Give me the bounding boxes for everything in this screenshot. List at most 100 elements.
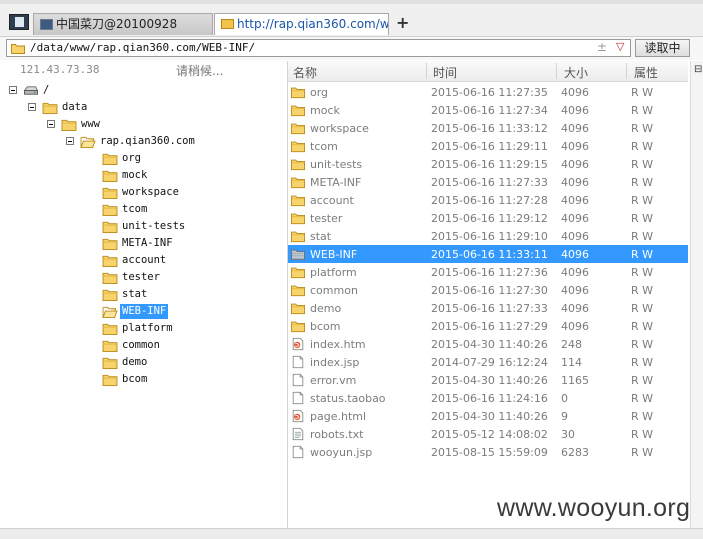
file-row[interactable]: page.html 2015-04-30 11:40:26 9 R W — [288, 407, 688, 425]
file-time: 2015-04-30 11:40:26 — [431, 410, 548, 423]
window-icon[interactable] — [9, 14, 29, 30]
file-size: 6283 — [561, 446, 589, 459]
file-size: 4096 — [561, 86, 589, 99]
tree-node[interactable]: META-INF — [6, 236, 276, 252]
folder-open-icon — [102, 306, 118, 318]
left-pane-header: 121.43.73.38 请稍候... — [6, 61, 286, 81]
read-button[interactable]: 读取中 — [635, 39, 690, 57]
tree-node[interactable]: rap.qian360.com — [6, 134, 276, 150]
file-icon — [292, 373, 304, 387]
column-divider[interactable] — [626, 63, 627, 79]
column-name[interactable]: 名称 — [293, 64, 317, 81]
plus-minus-icon[interactable]: ± — [597, 40, 607, 54]
tree-node[interactable]: mock — [6, 168, 276, 184]
column-divider[interactable] — [426, 63, 427, 79]
file-row[interactable]: common 2015-06-16 11:27:30 4096 R W — [288, 281, 688, 299]
folder-icon — [102, 272, 118, 284]
file-time: 2015-06-16 11:27:33 — [431, 176, 548, 189]
file-size: 4096 — [561, 158, 589, 171]
file-row[interactable]: wooyun.jsp 2015-08-15 15:59:09 6283 R W — [288, 443, 688, 461]
chevron-down-icon[interactable]: ▽ — [616, 40, 624, 53]
tree-node[interactable]: org — [6, 151, 276, 167]
file-attr: R W — [631, 104, 654, 117]
file-list-header: 名称 时间 大小 属性 — [288, 61, 688, 82]
file-row[interactable]: index.htm 2015-04-30 11:40:26 248 R W — [288, 335, 688, 353]
file-attr: R W — [631, 428, 654, 441]
collapse-toggle[interactable] — [47, 120, 55, 128]
file-row[interactable]: stat 2015-06-16 11:29:10 4096 R W — [288, 227, 688, 245]
file-row[interactable]: tcom 2015-06-16 11:29:11 4096 R W — [288, 137, 688, 155]
collapse-icon[interactable]: ⊟ — [694, 64, 702, 75]
tab-label: http://rap.qian360.com/wooy... — [237, 17, 389, 31]
file-time: 2015-06-16 11:29:12 — [431, 212, 548, 225]
tree-node-label: data — [62, 101, 88, 113]
file-row[interactable]: unit-tests 2015-06-16 11:29:15 4096 R W — [288, 155, 688, 173]
collapse-toggle[interactable] — [66, 137, 74, 145]
file-attr: R W — [631, 248, 654, 261]
file-row[interactable]: tester 2015-06-16 11:29:12 4096 R W — [288, 209, 688, 227]
folder-icon — [291, 213, 305, 225]
tree-node[interactable]: WEB-INF — [6, 303, 276, 320]
file-attr: R W — [631, 284, 654, 297]
tree-node-label: common — [122, 339, 160, 351]
file-row[interactable]: error.vm 2015-04-30 11:40:26 1165 R W — [288, 371, 688, 389]
tab-caidao[interactable]: 中国菜刀@20100928 — [33, 13, 213, 35]
folder-icon — [102, 238, 118, 250]
file-size: 0 — [561, 392, 568, 405]
collapse-toggle[interactable] — [28, 103, 36, 111]
column-size[interactable]: 大小 — [564, 64, 588, 81]
folder-icon — [102, 221, 118, 233]
file-row[interactable]: status.taobao 2015-06-16 11:24:16 0 R W — [288, 389, 688, 407]
file-size: 4096 — [561, 320, 589, 333]
file-name: META-INF — [310, 176, 362, 189]
file-attr: R W — [631, 140, 654, 153]
tree-node[interactable]: account — [6, 253, 276, 269]
file-name: common — [310, 284, 358, 297]
folder-icon — [102, 255, 118, 267]
file-row[interactable]: robots.txt 2015-05-12 14:08:02 30 R W — [288, 425, 688, 443]
file-row[interactable]: platform 2015-06-16 11:27:36 4096 R W — [288, 263, 688, 281]
tree-node[interactable]: workspace — [6, 185, 276, 201]
file-time: 2015-06-16 11:27:33 — [431, 302, 548, 315]
tree-node[interactable]: www — [6, 117, 276, 133]
tab-url[interactable]: http://rap.qian360.com/wooy... — [214, 13, 389, 35]
file-name: stat — [310, 230, 332, 243]
tree-node[interactable]: tcom — [6, 202, 276, 218]
file-row[interactable]: workspace 2015-06-16 11:33:12 4096 R W — [288, 119, 688, 137]
tree-node[interactable]: stat — [6, 287, 276, 303]
file-row[interactable]: mock 2015-06-16 11:27:34 4096 R W — [288, 101, 688, 119]
tree-node[interactable]: demo — [6, 355, 276, 371]
path-input[interactable]: /data/www/rap.qian360.com/WEB-INF/ ± ▽ — [6, 39, 631, 57]
tree-node[interactable]: unit-tests — [6, 219, 276, 235]
tree-node[interactable]: / — [6, 83, 276, 99]
column-attr[interactable]: 属性 — [634, 64, 658, 81]
file-attr: R W — [631, 446, 654, 459]
directory-tree: / data www rap.qian360.com org mock workspace t… — [6, 81, 287, 528]
collapse-toggle[interactable] — [9, 86, 17, 94]
file-size: 4096 — [561, 266, 589, 279]
tree-node[interactable]: platform — [6, 321, 276, 337]
folder-icon — [291, 267, 305, 279]
file-row[interactable]: WEB-INF 2015-06-16 11:33:11 4096 R W — [288, 245, 688, 263]
column-time[interactable]: 时间 — [433, 64, 457, 81]
new-tab-button[interactable]: + — [396, 14, 410, 32]
html-file-icon — [292, 337, 304, 351]
file-row[interactable]: index.jsp 2014-07-29 16:12:24 114 R W — [288, 353, 688, 371]
file-size: 4096 — [561, 104, 589, 117]
column-divider[interactable] — [556, 63, 557, 79]
file-name: demo — [310, 302, 342, 315]
file-row[interactable]: META-INF 2015-06-16 11:27:33 4096 R W — [288, 173, 688, 191]
tree-node-label: META-INF — [122, 237, 173, 249]
tree-node[interactable]: bcom — [6, 372, 276, 388]
tree-node[interactable]: tester — [6, 270, 276, 286]
file-row[interactable]: demo 2015-06-16 11:27:33 4096 R W — [288, 299, 688, 317]
file-name: WEB-INF — [310, 248, 358, 261]
file-attr: R W — [631, 302, 654, 315]
tree-node[interactable]: data — [6, 100, 276, 116]
file-row[interactable]: bcom 2015-06-16 11:27:29 4096 R W — [288, 317, 688, 335]
file-row[interactable]: account 2015-06-16 11:27:28 4096 R W — [288, 191, 688, 209]
file-time: 2015-04-30 11:40:26 — [431, 374, 548, 387]
tree-node[interactable]: common — [6, 338, 276, 354]
file-row[interactable]: org 2015-06-16 11:27:35 4096 R W — [288, 83, 688, 101]
folder-icon — [291, 303, 305, 315]
